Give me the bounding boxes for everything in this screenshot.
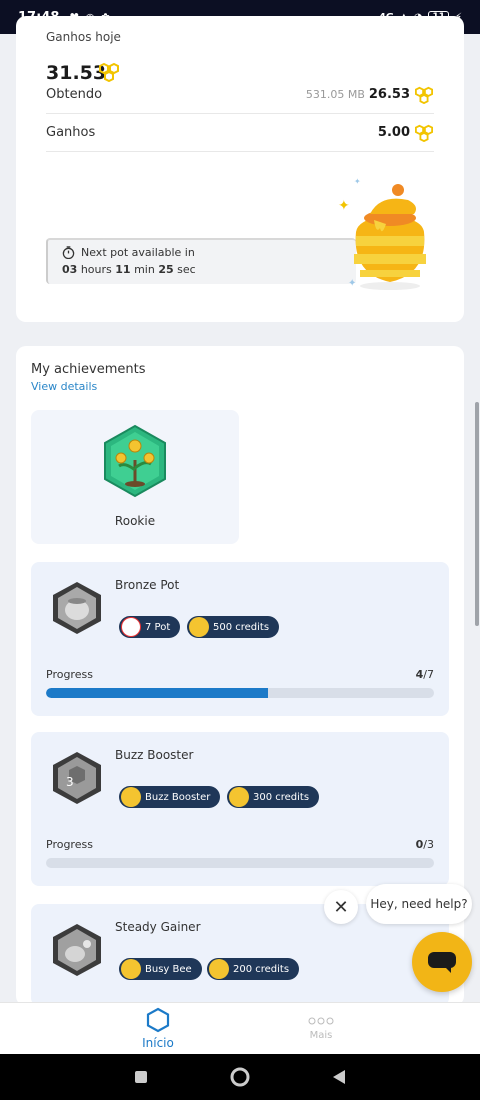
- honeycomb-icon: [415, 86, 433, 104]
- progress-label: Progress: [46, 668, 93, 681]
- bronze-pot-badge-icon: [53, 582, 101, 634]
- coin-icon: [189, 617, 209, 637]
- progress-bar: [46, 688, 434, 698]
- hours-unit: hours: [80, 263, 112, 276]
- achievement-name: Buzz Booster: [115, 748, 194, 762]
- view-details-link[interactable]: View details: [31, 380, 97, 393]
- progress-bar: [46, 858, 434, 868]
- pill-label: 7 Pot: [145, 621, 171, 633]
- progress-fill: [46, 688, 268, 698]
- credits-reward-pill: 500 credits: [187, 616, 280, 638]
- progress-label: Progress: [46, 838, 93, 851]
- bottom-navigation: Início Mais: [0, 1002, 480, 1054]
- buzz-booster-badge-icon: 3: [53, 752, 101, 804]
- hours-value: 03: [62, 263, 78, 276]
- pill-label: 500 credits: [213, 621, 270, 633]
- pot-reward-pill: 7 Pot: [119, 616, 181, 638]
- more-dots-icon: [308, 1017, 334, 1025]
- row-amount: 26.53: [368, 87, 410, 102]
- minutes-value: 11: [115, 263, 131, 276]
- rookie-badge-icon: [104, 424, 166, 498]
- nav-more-label: Mais: [309, 1030, 333, 1041]
- progress-total: /3: [423, 838, 434, 851]
- next-pot-countdown: 03 hours 11 min 25 sec: [62, 263, 342, 276]
- nav-home[interactable]: Início: [118, 1007, 198, 1050]
- back-icon[interactable]: [331, 1068, 347, 1086]
- coin-icon: [209, 959, 229, 979]
- chat-icon: [428, 952, 456, 973]
- minutes-unit: min: [134, 263, 155, 276]
- steady-gainer-badge-icon: [53, 924, 101, 976]
- svg-text:3: 3: [66, 775, 74, 789]
- chat-greeting-bubble[interactable]: Hey, need help?: [366, 884, 472, 924]
- recent-apps-icon[interactable]: [133, 1069, 149, 1085]
- progress-count: 4/7: [416, 668, 434, 681]
- coin-icon: [229, 787, 249, 807]
- row-amount: 5.00: [377, 125, 410, 140]
- busy-bee-reward-pill: Busy Bee: [119, 958, 202, 980]
- row-data-size: 531.05 MB: [305, 88, 365, 101]
- seconds-unit: sec: [177, 263, 196, 276]
- stopwatch-icon: [62, 246, 75, 259]
- achievement-buzz-booster[interactable]: 3 Buzz Booster Buzz Booster 300 credits …: [31, 732, 449, 886]
- row-label: Ganhos: [46, 125, 96, 140]
- buzz-booster-reward-pill: Buzz Booster: [119, 786, 221, 808]
- achievements-title: My achievements: [31, 362, 146, 377]
- pill-label: 200 credits: [233, 963, 290, 975]
- scrollbar[interactable]: [475, 402, 479, 626]
- earnings-card: Ganhos hoje 31.53 Obtendo 531.05 MB 26.5…: [16, 16, 464, 322]
- seconds-value: 25: [158, 263, 174, 276]
- fire-icon: [121, 617, 141, 637]
- chat-close-button[interactable]: ✕: [324, 890, 358, 924]
- nav-home-label: Início: [142, 1036, 174, 1050]
- bee-icon: [121, 787, 141, 807]
- system-navigation-bar: [0, 1054, 480, 1100]
- achievement-name: Bronze Pot: [115, 578, 180, 592]
- earnings-today-label: Ganhos hoje: [46, 30, 121, 44]
- progress-count: 0/3: [416, 838, 434, 851]
- achievement-bronze-pot[interactable]: Bronze Pot 7 Pot 500 credits Progress 4/…: [31, 562, 449, 716]
- row-label: Obtendo: [46, 87, 103, 102]
- achievement-rookie[interactable]: Rookie: [31, 410, 239, 544]
- bee-icon: [121, 959, 141, 979]
- svg-text:✦: ✦: [348, 278, 356, 289]
- earnings-row-obtendo: Obtendo 531.05 MB 26.53: [46, 76, 434, 114]
- hexagon-home-icon: [146, 1007, 170, 1033]
- chat-launcher-button[interactable]: [412, 932, 472, 992]
- home-circle-icon[interactable]: [229, 1066, 251, 1088]
- progress-total: /7: [423, 668, 434, 681]
- svg-text:✦: ✦: [338, 198, 350, 214]
- honeycomb-icon: [415, 124, 433, 142]
- svg-text:✦: ✦: [354, 177, 361, 186]
- next-pot-label: Next pot available in: [81, 246, 195, 259]
- earnings-row-ganhos: Ganhos 5.00: [46, 114, 434, 152]
- pill-label: 300 credits: [253, 791, 310, 803]
- honey-pot-illustration: ✦ ✦ ✦: [338, 177, 426, 290]
- rookie-label: Rookie: [114, 514, 156, 528]
- achievement-name: Steady Gainer: [115, 920, 201, 934]
- credits-reward-pill: 300 credits: [227, 786, 320, 808]
- next-pot-timer: Next pot available in 03 hours 11 min 25…: [46, 238, 356, 284]
- pill-label: Busy Bee: [145, 963, 192, 975]
- nav-more[interactable]: Mais: [281, 1007, 361, 1041]
- pill-label: Buzz Booster: [145, 791, 211, 803]
- credits-reward-pill: 200 credits: [207, 958, 300, 980]
